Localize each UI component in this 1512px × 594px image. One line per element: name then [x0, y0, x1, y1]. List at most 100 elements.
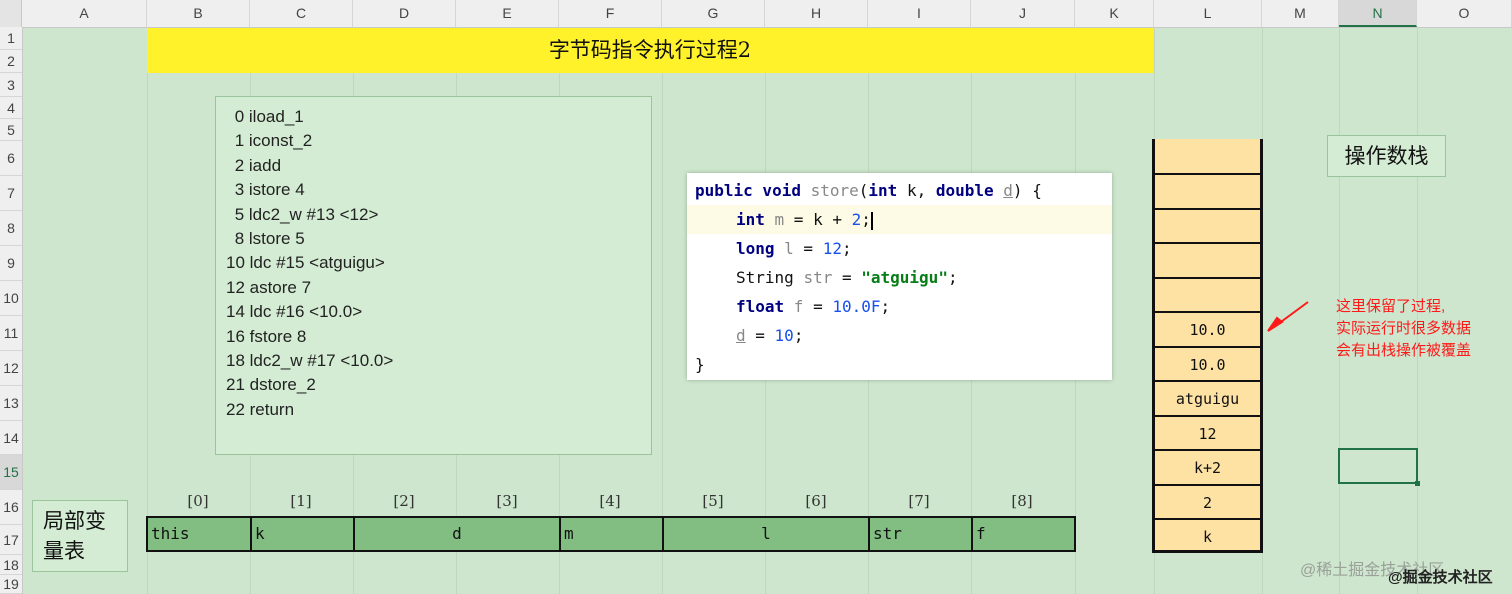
row-header-16[interactable]: 16 — [0, 490, 22, 525]
column-header-o[interactable]: O — [1417, 0, 1512, 27]
stack-cell — [1155, 242, 1260, 276]
stack-cell: 12 — [1155, 414, 1260, 449]
operand-stack: 10.0 10.0 atguigu 12 k+2 2 k — [1152, 139, 1263, 553]
stack-cell: 10.0 — [1155, 311, 1260, 345]
spreadsheet: A B C D E F G H I J K L M N O 1 2 3 4 5 … — [0, 0, 1512, 594]
annotation-line: 会有出栈操作被覆盖 — [1336, 342, 1472, 359]
row-header-4[interactable]: 4 — [0, 97, 22, 119]
code-token: m — [764, 210, 785, 229]
column-header-e[interactable]: E — [456, 0, 559, 27]
column-header-n[interactable]: N — [1339, 0, 1417, 27]
stack-cell — [1155, 173, 1260, 207]
code-token: 12 — [822, 239, 842, 258]
column-header-d[interactable]: D — [353, 0, 456, 27]
red-arrow-icon — [1267, 301, 1309, 332]
row-header-11[interactable]: 11 — [0, 316, 22, 351]
annotation-line: 这里保留了过程, — [1336, 298, 1446, 315]
local-var-slot: l — [664, 518, 870, 550]
bytecode-line: 12 astore 7 — [226, 277, 312, 297]
local-var-slot: d — [355, 518, 561, 550]
operand-stack-label: 操作数栈 — [1327, 135, 1446, 177]
slot-index: [0] — [187, 492, 209, 510]
slot-index: [3] — [496, 492, 518, 510]
row-header-9[interactable]: 9 — [0, 246, 22, 281]
fill-handle[interactable] — [1415, 481, 1420, 486]
code-token: d — [736, 326, 746, 345]
bytecode-line: 21 dstore_2 — [226, 375, 316, 395]
row-header-1[interactable]: 1 — [0, 27, 22, 50]
bytecode-line: 3 istore 4 — [230, 180, 305, 200]
stack-cell — [1155, 139, 1260, 173]
bytecode-line: 5 ldc2_w #13 <12> — [230, 204, 379, 224]
column-header-g[interactable]: G — [662, 0, 765, 27]
code-token: String — [736, 268, 804, 287]
code-token: store — [810, 181, 859, 200]
bytecode-listing: 0 iload_1 1 iconst_2 2 iadd 3 istore 4 5… — [215, 96, 652, 455]
code-token: double — [935, 181, 994, 200]
select-all-corner[interactable] — [0, 0, 22, 27]
code-token: ; — [861, 210, 871, 229]
column-header-a[interactable]: A — [22, 0, 147, 27]
column-header-h[interactable]: H — [765, 0, 868, 27]
watermark-overlay: @掘金技术社区 — [1388, 569, 1493, 586]
local-var-slot: f — [976, 524, 986, 543]
row-header-15[interactable]: 15 — [0, 455, 22, 490]
bytecode-line: 16 fstore 8 — [226, 326, 307, 346]
code-token: ( — [858, 181, 869, 200]
code-token: str — [803, 268, 833, 287]
column-header-k[interactable]: K — [1075, 0, 1154, 27]
code-line-4: String str = "atguigu"; — [736, 263, 958, 292]
text-cursor — [870, 211, 873, 230]
label-line: 量表 — [43, 539, 85, 563]
column-header-l[interactable]: L — [1154, 0, 1262, 27]
row-header-8[interactable]: 8 — [0, 211, 22, 246]
local-var-slot: str — [870, 518, 973, 550]
column-header-j[interactable]: J — [971, 0, 1075, 27]
slot-index: [2] — [393, 492, 415, 510]
column-header-b[interactable]: B — [147, 0, 250, 27]
row-header-5[interactable]: 5 — [0, 119, 22, 141]
code-line-1: public void store(int k, double d) { — [695, 176, 1042, 205]
bytecode-line: 2 iadd — [230, 155, 282, 175]
row-header-10[interactable]: 10 — [0, 281, 22, 316]
column-header-m[interactable]: M — [1262, 0, 1339, 27]
row-header-12[interactable]: 12 — [0, 351, 22, 386]
code-token: 10 — [774, 326, 794, 345]
column-header-bar: A B C D E F G H I J K L M N O — [0, 0, 1512, 28]
gridline — [662, 27, 663, 594]
row-header-2[interactable]: 2 — [0, 50, 22, 73]
code-line-5: float f = 10.0F; — [736, 292, 890, 321]
row-header-6[interactable]: 6 — [0, 141, 22, 176]
local-var-slot: this — [148, 518, 252, 550]
selected-cell[interactable] — [1338, 448, 1420, 486]
slot-index: [6] — [805, 492, 827, 510]
row-header-7[interactable]: 7 — [0, 176, 22, 211]
column-header-i[interactable]: I — [868, 0, 971, 27]
code-token: 2 — [851, 210, 862, 229]
code-token: int — [736, 210, 765, 229]
slot-index: [4] — [599, 492, 621, 510]
stack-cell — [1155, 276, 1260, 311]
row-header-18[interactable]: 18 — [0, 555, 22, 575]
code-token: ; — [880, 297, 891, 316]
bytecode-line: 14 ldc #16 <10.0> — [226, 302, 363, 322]
page-title: 字节码指令执行过程2 — [147, 28, 1153, 73]
column-header-f[interactable]: F — [559, 0, 662, 27]
local-var-slot: k — [252, 518, 355, 550]
row-header-17[interactable]: 17 — [0, 525, 22, 555]
code-token: ) { — [1012, 181, 1042, 200]
stack-cell: 10.0 — [1155, 345, 1260, 380]
code-token: ; — [793, 326, 804, 345]
code-line-6: d = 10; — [736, 321, 803, 350]
code-token: = k + — [784, 210, 852, 229]
row-header-19[interactable]: 19 — [0, 575, 22, 594]
row-header-13[interactable]: 13 — [0, 386, 22, 421]
code-token: ; — [841, 239, 852, 258]
column-header-c[interactable]: C — [250, 0, 353, 27]
row-header-3[interactable]: 3 — [0, 73, 22, 97]
bytecode-line: 0 iload_1 — [230, 107, 304, 126]
code-token: float — [736, 297, 785, 316]
row-header-14[interactable]: 14 — [0, 421, 22, 455]
stack-cell: k+2 — [1155, 449, 1260, 483]
code-token: k, — [897, 181, 936, 200]
